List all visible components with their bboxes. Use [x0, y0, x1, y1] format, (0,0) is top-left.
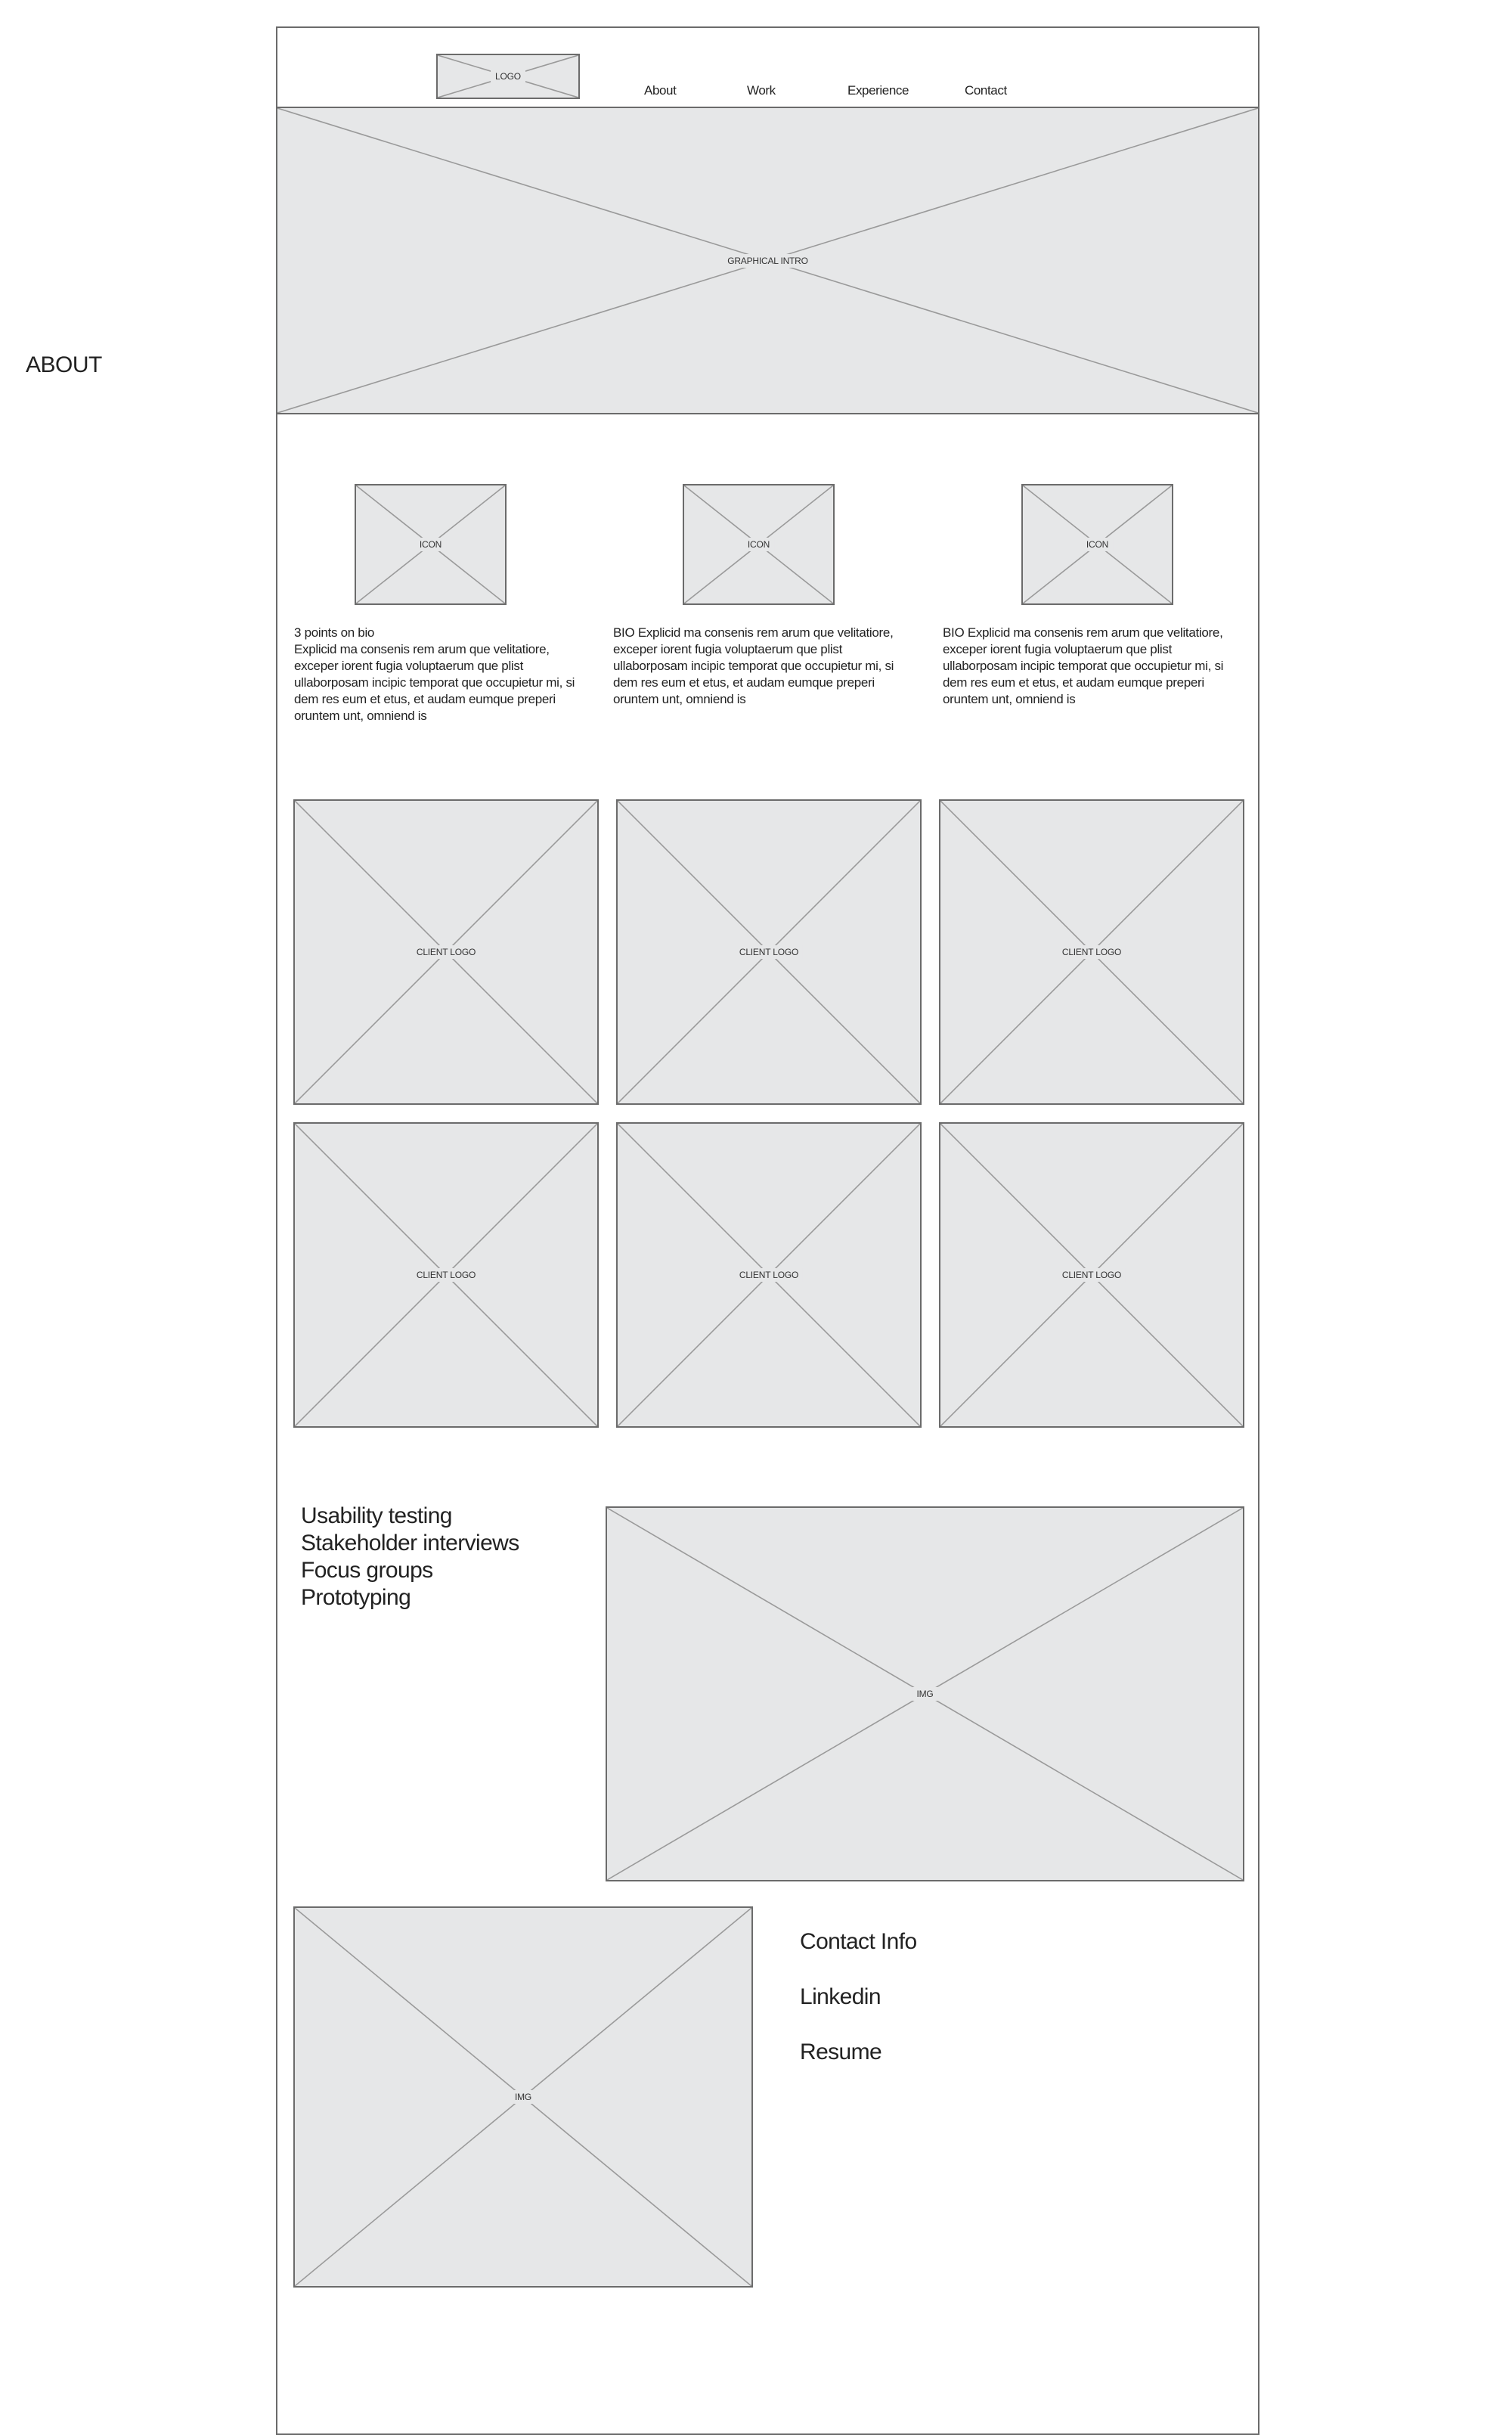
services-image: IMG — [606, 1506, 1244, 1881]
bio-icon: ICON — [1021, 484, 1173, 605]
client-logo-label: CLIENT LOGO — [411, 945, 481, 959]
logo[interactable]: LOGO — [436, 54, 580, 99]
nav-experience-link[interactable]: Experience — [847, 83, 909, 98]
logo-label: LOGO — [491, 70, 525, 83]
contact-image: IMG — [293, 1906, 753, 2288]
contact-info-link[interactable]: Contact Info — [800, 1929, 917, 1955]
bio-column: BIO Explicid ma consenis rem arum que ve… — [943, 625, 1249, 708]
image-label: IMG — [912, 1687, 938, 1701]
page-section-label: ABOUT — [26, 352, 102, 377]
client-logo: CLIENT LOGO — [293, 799, 599, 1105]
service-item: Prototyping — [301, 1585, 411, 1610]
bio-icon: ICON — [355, 484, 507, 605]
client-logo: CLIENT LOGO — [616, 799, 922, 1105]
client-logo-label: CLIENT LOGO — [734, 945, 804, 959]
hero-label: GRAPHICAL INTRO — [723, 253, 813, 268]
client-logo: CLIENT LOGO — [939, 799, 1244, 1105]
bio-title: BIO — [613, 625, 638, 640]
bio-icon: ICON — [683, 484, 835, 605]
bio-title: 3 points on bio — [294, 625, 375, 640]
service-item: Usability testing — [301, 1503, 452, 1528]
bio-column: 3 points on bio Explicid ma consenis rem… — [294, 625, 596, 724]
client-logo-label: CLIENT LOGO — [1057, 1268, 1126, 1282]
bio-text: Explicid ma consenis rem arum que velita… — [294, 642, 575, 723]
nav-contact-link[interactable]: Contact — [965, 83, 1007, 98]
resume-link[interactable]: Resume — [800, 2040, 882, 2065]
icon-label: ICON — [414, 538, 447, 551]
bio-text: Explicid ma consenis rem arum que velita… — [613, 625, 894, 706]
client-logo: CLIENT LOGO — [293, 1122, 599, 1428]
hero-graphical-intro: GRAPHICAL INTRO — [276, 107, 1259, 414]
client-logo: CLIENT LOGO — [939, 1122, 1244, 1428]
client-logo-label: CLIENT LOGO — [411, 1268, 481, 1282]
bio-column: BIO Explicid ma consenis rem arum que ve… — [613, 625, 919, 708]
service-item: Stakeholder interviews — [301, 1531, 519, 1556]
client-logo: CLIENT LOGO — [616, 1122, 922, 1428]
nav-about-link[interactable]: About — [644, 83, 677, 98]
linkedin-link[interactable]: Linkedin — [800, 1984, 881, 2010]
client-logo-label: CLIENT LOGO — [734, 1268, 804, 1282]
services-list: Usability testing Stakeholder interviews… — [301, 1503, 519, 1611]
icon-label: ICON — [1081, 538, 1114, 551]
bio-text: Explicid ma consenis rem arum que velita… — [943, 625, 1224, 706]
icon-label: ICON — [742, 538, 775, 551]
service-item: Focus groups — [301, 1558, 433, 1583]
bio-title: BIO — [943, 625, 968, 640]
nav-work-link[interactable]: Work — [747, 83, 776, 98]
client-logo-label: CLIENT LOGO — [1057, 945, 1126, 959]
image-label: IMG — [510, 2090, 537, 2104]
